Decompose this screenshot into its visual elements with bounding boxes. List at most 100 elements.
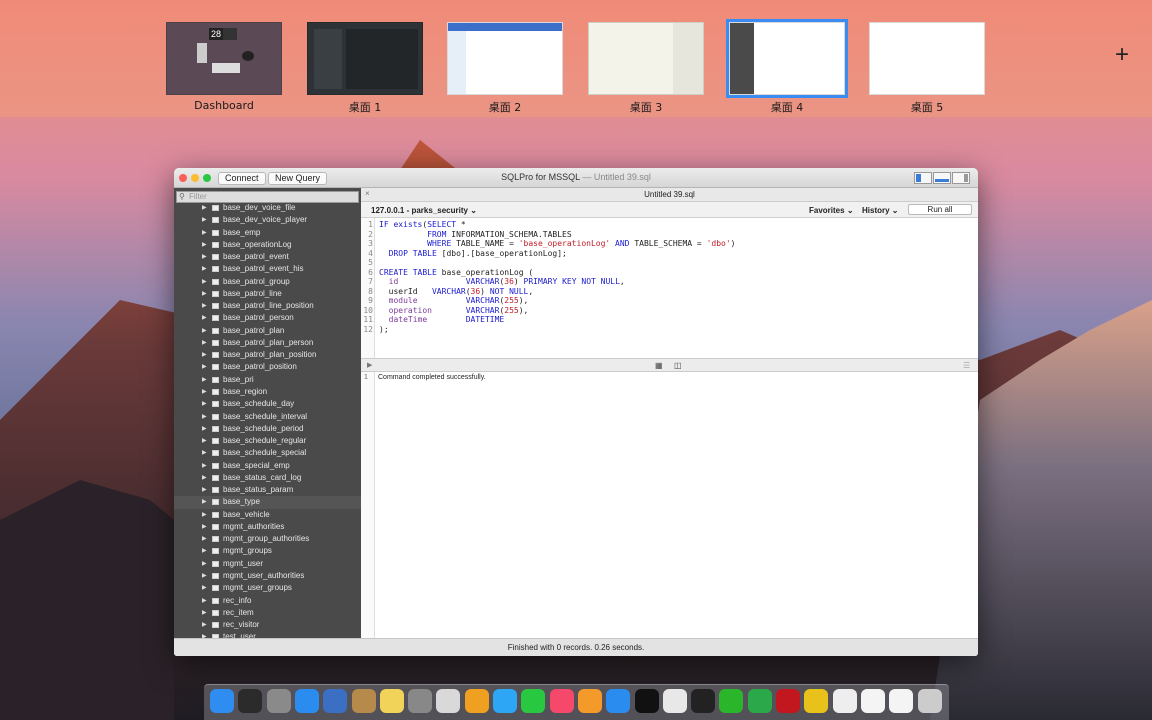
disclosure-triangle-icon[interactable]: ▶ xyxy=(202,423,207,435)
space-desktop-5[interactable]: 桌面 5 xyxy=(869,22,985,115)
disclosure-triangle-icon[interactable]: ▶ xyxy=(202,595,207,607)
code-line[interactable]: dateTime DATETIME xyxy=(379,315,505,325)
code-line[interactable]: IF exists(SELECT * xyxy=(379,220,466,230)
menu-icon[interactable]: ☰ xyxy=(963,361,970,370)
music-icon[interactable] xyxy=(549,689,574,713)
table-tree-item[interactable]: ▶ base_special_emp xyxy=(174,460,361,472)
table-tree-item[interactable]: ▶ base_patrol_line xyxy=(174,288,361,300)
disclosure-triangle-icon[interactable]: ▶ xyxy=(202,239,207,251)
disclosure-triangle-icon[interactable]: ▶ xyxy=(202,582,207,594)
table-tree-item[interactable]: ▶ base_patrol_plan_position xyxy=(174,349,361,361)
table-tree-item[interactable]: ▶ base_patrol_line_position xyxy=(174,300,361,312)
history-menu[interactable]: History ⌄ xyxy=(862,206,899,215)
disclosure-triangle-icon[interactable]: ▶ xyxy=(202,631,207,638)
disclosure-triangle-icon[interactable]: ▶ xyxy=(202,312,207,324)
desktop-5-thumbnail[interactable] xyxy=(869,22,985,95)
table-tree-item[interactable]: ▶ base_patrol_event xyxy=(174,251,361,263)
disclosure-triangle-icon[interactable]: ▶ xyxy=(202,386,207,398)
disclosure-triangle-icon[interactable]: ▶ xyxy=(202,484,207,496)
facetime-icon[interactable] xyxy=(521,689,546,713)
table-tree-item[interactable]: ▶ base_dev_voice_player xyxy=(174,214,361,226)
results-divider[interactable]: ▶ ▦ ◫ ☰ xyxy=(361,358,978,372)
table-tree-item[interactable]: ▶ base_pri xyxy=(174,374,361,386)
disclosure-triangle-icon[interactable]: ▶ xyxy=(202,447,207,459)
table-tree-item[interactable]: ▶ rec_item xyxy=(174,607,361,619)
disclosure-triangle-icon[interactable]: ▶ xyxy=(202,300,207,312)
table-tree-item[interactable]: ▶ base_region xyxy=(174,386,361,398)
code-line[interactable]: userId VARCHAR(36) NOT NULL, xyxy=(379,287,534,297)
qq-music-icon[interactable] xyxy=(804,689,829,713)
disclosure-triangle-icon[interactable]: ▶ xyxy=(202,263,207,275)
code-line[interactable]: WHERE TABLE_NAME = 'base_operationLog' A… xyxy=(379,239,735,249)
notes-icon[interactable] xyxy=(379,689,404,713)
file-icon-2[interactable] xyxy=(889,689,914,713)
table-tree-item[interactable]: ▶ base_schedule_interval xyxy=(174,411,361,423)
disclosure-triangle-icon[interactable]: ▶ xyxy=(202,325,207,337)
photos-icon[interactable] xyxy=(464,689,489,713)
document-icon[interactable] xyxy=(832,689,857,713)
disclosure-triangle-icon[interactable]: ▶ xyxy=(202,361,207,373)
tab-untitled-39[interactable]: Untitled 39.sql xyxy=(361,190,978,199)
code-line[interactable]: FROM INFORMATION_SCHEMA.TABLES xyxy=(379,230,572,240)
space-desktop-1[interactable]: 桌面 1 xyxy=(307,22,423,115)
disclosure-triangle-icon[interactable]: ▶ xyxy=(202,214,207,226)
message-view-icon[interactable]: ◫ xyxy=(674,361,682,370)
disclosure-triangle-icon[interactable]: ▶ xyxy=(202,276,207,288)
disclosure-triangle-icon[interactable]: ▶ xyxy=(202,411,207,423)
table-tree-item[interactable]: ▶ base_patrol_group xyxy=(174,276,361,288)
table-tree-item[interactable]: ▶ test_user xyxy=(174,631,361,638)
launchpad-icon[interactable] xyxy=(266,689,291,713)
table-tree-item[interactable]: ▶ base_operationLog xyxy=(174,239,361,251)
netease-music-icon[interactable] xyxy=(776,689,800,713)
table-tree-item[interactable]: ▶ mgmt_authorities xyxy=(174,521,361,533)
disclosure-triangle-icon[interactable]: ▶ xyxy=(202,374,207,386)
disclosure-triangle-icon[interactable]: ▶ xyxy=(202,619,207,631)
space-desktop-3[interactable]: 桌面 3 xyxy=(588,22,704,115)
toggle-inspector-button[interactable] xyxy=(952,172,970,184)
desktop-4-thumbnail[interactable] xyxy=(726,19,848,98)
grid-view-icon[interactable]: ▦ xyxy=(655,361,663,370)
evernote-icon[interactable] xyxy=(747,689,772,713)
file-icon-1[interactable] xyxy=(860,689,885,713)
table-tree-item[interactable]: ▶ mgmt_groups xyxy=(174,545,361,557)
desktop-2-thumbnail[interactable] xyxy=(447,22,563,95)
space-desktop-2[interactable]: 桌面 2 xyxy=(447,22,563,115)
messages-icon[interactable] xyxy=(493,689,517,713)
code-line[interactable]: id VARCHAR(36) PRIMARY KEY NOT NULL, xyxy=(379,277,625,287)
desktop-1-thumbnail[interactable] xyxy=(307,22,423,95)
sql-editor[interactable]: 1 IF exists(SELECT * 2 FROM INFORMATION_SC… xyxy=(361,218,978,358)
table-tree-item[interactable]: ▶ base_type xyxy=(174,496,361,509)
table-tree-item[interactable]: ▶ base_patrol_plan xyxy=(174,325,361,337)
toggle-results-button[interactable] xyxy=(933,172,951,184)
preview-icon[interactable] xyxy=(323,689,348,713)
disclosure-triangle-icon[interactable]: ▶ xyxy=(202,496,207,508)
books-icon[interactable] xyxy=(577,689,602,713)
table-tree-item[interactable]: ▶ rec_visitor xyxy=(174,619,361,631)
table-tree-item[interactable]: ▶ base_schedule_day xyxy=(174,398,361,410)
disclosure-triangle-icon[interactable]: ▶ xyxy=(202,288,207,300)
table-tree-item[interactable]: ▶ base_patrol_event_his xyxy=(174,263,361,275)
disclosure-triangle-icon[interactable]: ▶ xyxy=(202,545,207,557)
disclosure-triangle-icon[interactable]: ▶ xyxy=(202,607,207,619)
wechat-icon[interactable] xyxy=(719,689,744,713)
table-tree-item[interactable]: ▶ base_schedule_special xyxy=(174,447,361,459)
desktop-3-thumbnail[interactable] xyxy=(588,22,704,95)
table-tree-item[interactable]: ▶ mgmt_user_authorities xyxy=(174,570,361,582)
table-tree-item[interactable]: ▶ base_dev_voice_file xyxy=(174,202,361,214)
finder-icon[interactable] xyxy=(210,689,234,713)
table-tree-item[interactable]: ▶ base_schedule_period xyxy=(174,423,361,435)
trash-icon[interactable] xyxy=(917,689,942,713)
disclosure-triangle-icon[interactable]: ▶ xyxy=(202,227,207,239)
table-tree-item[interactable]: ▶ base_patrol_person xyxy=(174,312,361,324)
table-tree-item[interactable]: ▶ base_patrol_position xyxy=(174,361,361,373)
disclosure-triangle-icon[interactable]: ▶ xyxy=(202,435,207,447)
disclosure-triangle-icon[interactable]: ▶ xyxy=(202,398,207,410)
table-tree-item[interactable]: ▶ base_emp xyxy=(174,227,361,239)
system-preferences-icon[interactable] xyxy=(408,689,433,713)
table-tree-item[interactable]: ▶ base_schedule_regular xyxy=(174,435,361,447)
terminal-icon[interactable] xyxy=(691,689,716,713)
code-line[interactable]: module VARCHAR(255), xyxy=(379,296,529,306)
disclosure-triangle-icon[interactable]: ▶ xyxy=(202,509,207,521)
table-tree-item[interactable]: ▶ mgmt_user_groups xyxy=(174,582,361,594)
disclosure-triangle-icon[interactable]: ▶ xyxy=(202,349,207,361)
